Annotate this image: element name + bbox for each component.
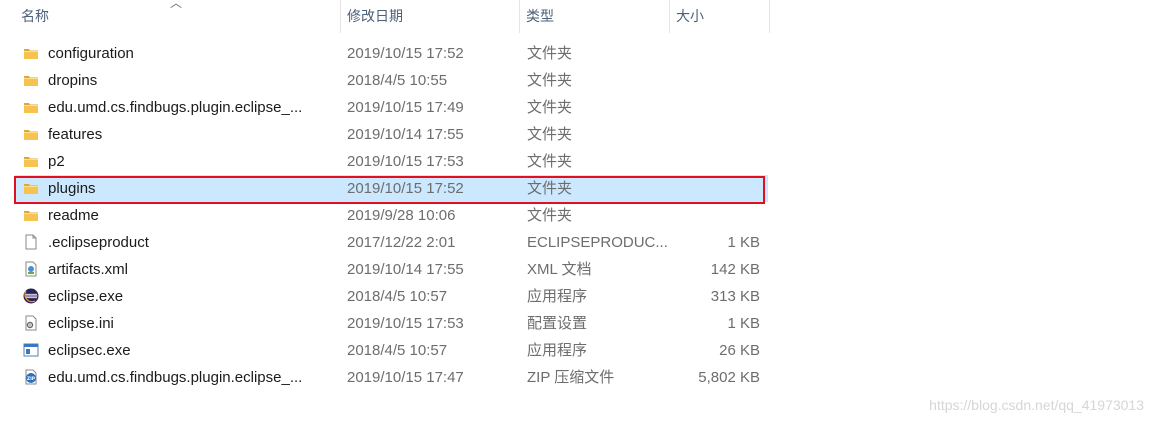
file-modified: 2018/4/5 10:57 bbox=[347, 342, 448, 359]
file-modified: 2019/10/14 17:55 bbox=[347, 261, 464, 278]
list-item[interactable]: eclipse.exe 2018/4/5 10:57 应用程序 313 KB bbox=[15, 283, 768, 310]
svg-text:ZIP: ZIP bbox=[27, 376, 36, 382]
file-size bbox=[670, 67, 760, 94]
file-type: 配置设置 bbox=[527, 315, 588, 332]
file-type: ZIP 压缩文件 bbox=[527, 369, 615, 386]
file-type: 文件夹 bbox=[527, 72, 573, 89]
file-size bbox=[670, 202, 760, 229]
file-type: 文件夹 bbox=[527, 153, 573, 170]
file-name: eclipse.ini bbox=[48, 315, 114, 332]
file-type: ECLIPSEPRODUC... bbox=[527, 234, 668, 251]
file-icon bbox=[23, 234, 39, 250]
file-type: 文件夹 bbox=[527, 180, 573, 197]
folder-icon bbox=[23, 207, 39, 223]
list-item[interactable]: eclipse.ini 2019/10/15 17:53 配置设置 1 KB bbox=[15, 310, 768, 337]
file-name: plugins bbox=[48, 180, 96, 197]
list-item[interactable]: .eclipseproduct 2017/12/22 2:01 ECLIPSEPRO… bbox=[15, 229, 768, 256]
file-modified: 2018/4/5 10:57 bbox=[347, 288, 448, 305]
file-size: 313 KB bbox=[710, 288, 760, 305]
folder-icon bbox=[23, 45, 39, 61]
folder-icon bbox=[23, 180, 39, 196]
list-item[interactable]: eclipsec.exe 2018/4/5 10:57 应用程序 26 KB bbox=[15, 337, 768, 364]
folder-icon bbox=[23, 99, 39, 115]
file-name: edu.umd.cs.findbugs.plugin.eclipse_... bbox=[48, 369, 303, 386]
column-header-type-label: 类型 bbox=[526, 8, 554, 24]
column-header-modified[interactable]: 修改日期 bbox=[341, 0, 520, 33]
zip-file-icon: ZIP bbox=[23, 369, 39, 385]
column-header-modified-label: 修改日期 bbox=[347, 8, 403, 24]
file-modified: 2019/10/15 17:53 bbox=[347, 153, 464, 170]
file-type: 文件夹 bbox=[527, 45, 573, 62]
file-type: 应用程序 bbox=[527, 342, 588, 359]
column-header-name-label: 名称 bbox=[21, 8, 49, 24]
folder-icon bbox=[23, 72, 39, 88]
file-size: 1 KB bbox=[727, 234, 760, 251]
list-item[interactable]: ZIP edu.umd.cs.findbugs.plugin.eclipse_..… bbox=[15, 364, 768, 391]
file-name: p2 bbox=[48, 153, 65, 170]
list-item[interactable]: artifacts.xml 2019/10/14 17:55 XML 文档 142 K… bbox=[15, 256, 768, 283]
file-name: eclipsec.exe bbox=[48, 342, 131, 359]
file-modified: 2019/10/14 17:55 bbox=[347, 126, 464, 143]
file-size bbox=[670, 121, 760, 148]
file-type: XML 文档 bbox=[527, 261, 592, 278]
file-modified: 2019/10/15 17:52 bbox=[347, 180, 464, 197]
file-modified: 2019/10/15 17:47 bbox=[347, 369, 464, 386]
column-header-size[interactable]: 大小 bbox=[670, 0, 770, 33]
list-item[interactable]: dropins 2018/4/5 10:55 文件夹 bbox=[15, 67, 768, 94]
file-type: 文件夹 bbox=[527, 207, 573, 224]
list-item[interactable]: p2 2019/10/15 17:53 文件夹 bbox=[15, 148, 768, 175]
file-type: 应用程序 bbox=[527, 288, 588, 305]
file-name: dropins bbox=[48, 72, 98, 89]
file-name: eclipse.exe bbox=[48, 288, 124, 305]
list-item[interactable]: features 2019/10/14 17:55 文件夹 bbox=[15, 121, 768, 148]
file-size: 26 KB bbox=[719, 342, 760, 359]
file-type: 文件夹 bbox=[527, 99, 573, 116]
column-header-name[interactable]: 名称 bbox=[15, 0, 341, 33]
settings-file-icon bbox=[23, 315, 39, 331]
file-modified: 2019/9/28 10:06 bbox=[347, 207, 456, 224]
column-header-bar: ︿ 名称 修改日期 类型 大小 bbox=[0, 0, 770, 33]
list-item[interactable]: configuration 2019/10/15 17:52 文件夹 bbox=[15, 40, 768, 67]
file-size: 1 KB bbox=[727, 315, 760, 332]
xml-file-icon bbox=[23, 261, 39, 277]
file-name: edu.umd.cs.findbugs.plugin.eclipse_... bbox=[48, 99, 303, 116]
file-modified: 2018/4/5 10:55 bbox=[347, 72, 448, 89]
file-modified: 2019/10/15 17:52 bbox=[347, 45, 464, 62]
file-modified: 2017/12/22 2:01 bbox=[347, 234, 456, 251]
list-item[interactable]: edu.umd.cs.findbugs.plugin.eclipse_... 20… bbox=[15, 94, 768, 121]
column-header-size-label: 大小 bbox=[676, 8, 704, 24]
file-name: configuration bbox=[48, 45, 134, 62]
list-item[interactable]: readme 2019/9/28 10:06 文件夹 bbox=[15, 202, 768, 229]
file-modified: 2019/10/15 17:53 bbox=[347, 315, 464, 332]
eclipse-icon bbox=[23, 288, 39, 304]
column-header-type[interactable]: 类型 bbox=[520, 0, 670, 33]
file-name: artifacts.xml bbox=[48, 261, 129, 278]
app-window-icon bbox=[23, 342, 39, 358]
file-name: features bbox=[48, 126, 103, 143]
folder-icon bbox=[23, 126, 39, 142]
list-item-selected[interactable]: plugins 2019/10/15 17:52 文件夹 bbox=[15, 175, 768, 202]
file-name: readme bbox=[48, 207, 99, 224]
file-modified: 2019/10/15 17:49 bbox=[347, 99, 464, 116]
file-type: 文件夹 bbox=[527, 126, 573, 143]
folder-icon bbox=[23, 153, 39, 169]
watermark: https://blog.csdn.net/qq_41973013 bbox=[929, 397, 1144, 413]
file-size bbox=[670, 94, 760, 121]
file-size: 142 KB bbox=[710, 261, 760, 278]
file-size: 5,802 KB bbox=[698, 369, 760, 386]
file-size bbox=[670, 175, 760, 202]
file-size bbox=[670, 148, 760, 175]
file-size bbox=[670, 40, 760, 67]
file-name: .eclipseproduct bbox=[48, 234, 149, 251]
